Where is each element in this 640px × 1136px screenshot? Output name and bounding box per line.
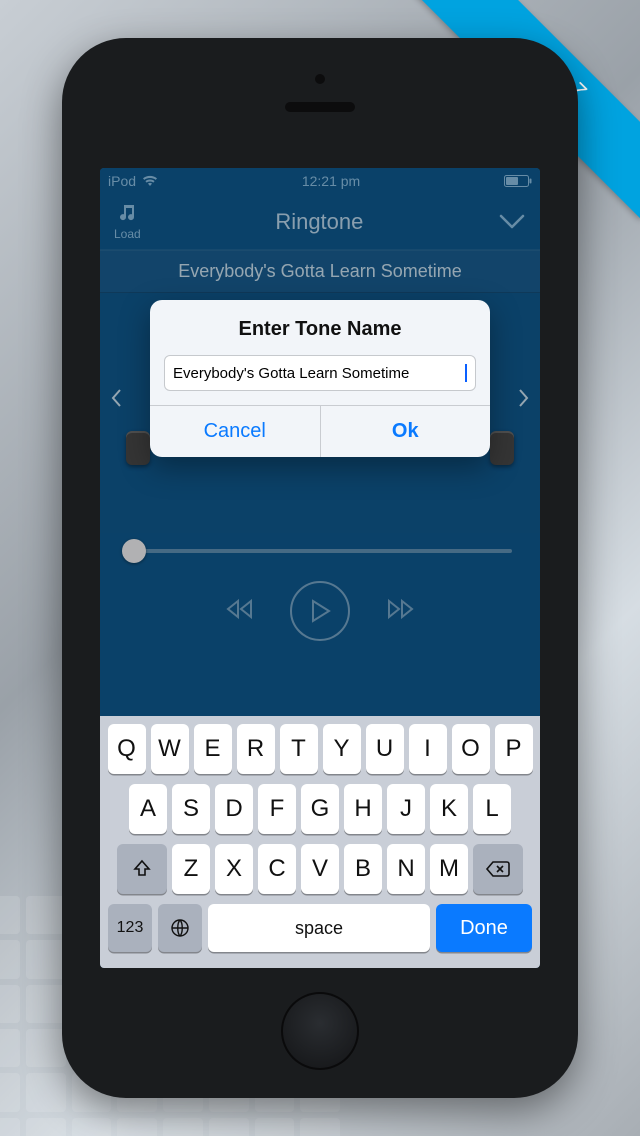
home-button[interactable] xyxy=(281,992,359,1070)
shift-key[interactable] xyxy=(117,844,167,894)
onscreen-keyboard: QWERTYUIOP ASDFGHJKL ZXCVBNM 123 space D… xyxy=(100,716,540,968)
tone-name-input[interactable] xyxy=(173,365,464,382)
done-key[interactable]: Done xyxy=(436,904,532,952)
device-earpiece xyxy=(285,102,355,112)
ok-button[interactable]: Ok xyxy=(320,406,491,457)
phone-frame: iPod 12:21 pm Load Ringtone xyxy=(62,38,578,1098)
key-x[interactable]: X xyxy=(215,844,253,894)
key-s[interactable]: S xyxy=(172,784,210,834)
key-e[interactable]: E xyxy=(194,724,232,774)
key-f[interactable]: F xyxy=(258,784,296,834)
key-u[interactable]: U xyxy=(366,724,404,774)
numbers-key[interactable]: 123 xyxy=(108,904,152,952)
key-o[interactable]: O xyxy=(452,724,490,774)
alert-title: Enter Tone Name xyxy=(150,300,490,355)
key-b[interactable]: B xyxy=(344,844,382,894)
key-g[interactable]: G xyxy=(301,784,339,834)
globe-key[interactable] xyxy=(158,904,202,952)
key-n[interactable]: N xyxy=(387,844,425,894)
device-camera xyxy=(315,74,325,84)
key-a[interactable]: A xyxy=(129,784,167,834)
backspace-key[interactable] xyxy=(473,844,523,894)
key-v[interactable]: V xyxy=(301,844,339,894)
key-c[interactable]: C xyxy=(258,844,296,894)
text-caret xyxy=(465,364,467,382)
key-q[interactable]: Q xyxy=(108,724,146,774)
key-k[interactable]: K xyxy=(430,784,468,834)
screen: iPod 12:21 pm Load Ringtone xyxy=(100,168,540,968)
tone-name-field[interactable] xyxy=(164,355,476,391)
key-j[interactable]: J xyxy=(387,784,425,834)
key-l[interactable]: L xyxy=(473,784,511,834)
key-w[interactable]: W xyxy=(151,724,189,774)
space-key[interactable]: space xyxy=(208,904,430,952)
key-p[interactable]: P xyxy=(495,724,533,774)
key-z[interactable]: Z xyxy=(172,844,210,894)
key-d[interactable]: D xyxy=(215,784,253,834)
cancel-button[interactable]: Cancel xyxy=(150,406,320,457)
key-i[interactable]: I xyxy=(409,724,447,774)
key-r[interactable]: R xyxy=(237,724,275,774)
enter-tone-name-alert: Enter Tone Name Cancel Ok xyxy=(150,300,490,457)
key-h[interactable]: H xyxy=(344,784,382,834)
key-m[interactable]: M xyxy=(430,844,468,894)
key-y[interactable]: Y xyxy=(323,724,361,774)
key-t[interactable]: T xyxy=(280,724,318,774)
